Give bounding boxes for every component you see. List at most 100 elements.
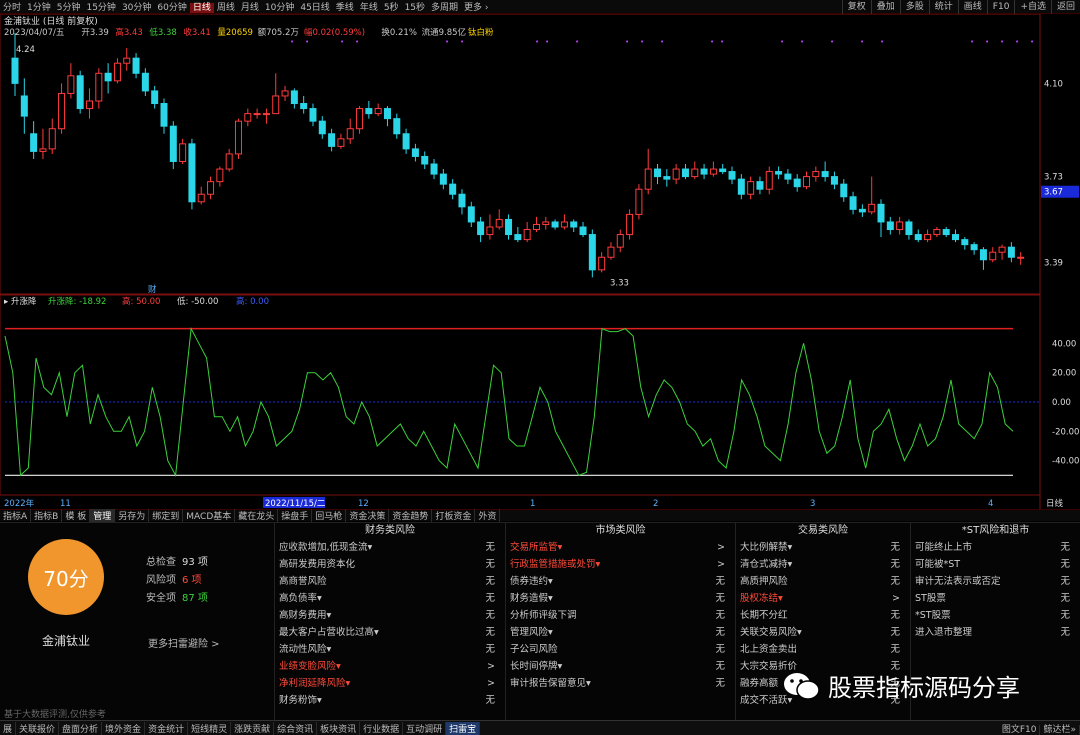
period-tab[interactable]: 30分钟 — [119, 3, 154, 13]
status-tab[interactable]: 盘面分析 — [59, 721, 103, 735]
risk-item[interactable]: 高财务费用▾ 无 — [275, 607, 505, 624]
risk-item[interactable]: 高研发费用资本化 无 — [275, 556, 505, 573]
period-tab[interactable]: 15分钟 — [83, 3, 118, 13]
risk-item[interactable]: 高负债率▾ 无 — [275, 590, 505, 607]
risk-item[interactable]: 高商誉风险 无 — [275, 573, 505, 590]
indicator-tab[interactable]: 另存为 — [115, 509, 150, 522]
risk-item[interactable]: 清仓式减持▾ 无 — [736, 556, 910, 573]
indicator-tab[interactable]: 操盘手 — [278, 509, 313, 522]
risk-item[interactable]: 可能终止上市 无 — [911, 539, 1080, 556]
period-tab[interactable]: 更多 › — [461, 3, 491, 13]
toolbar-button[interactable]: 多股 — [899, 0, 929, 14]
period-tab[interactable]: 10分钟 — [262, 3, 297, 13]
candle-body — [449, 183, 457, 195]
period-tab[interactable]: 日线 — [189, 3, 214, 13]
toolbar-button[interactable]: F10 — [986, 0, 1015, 14]
risk-item[interactable]: 应收款增加,低现金流▾ 无 — [275, 539, 505, 556]
risk-item[interactable]: 净利润延降风险▾ > — [275, 675, 505, 692]
risk-item[interactable]: 长时间停牌▾ 无 — [506, 658, 735, 675]
status-tab[interactable]: 资金统计 — [145, 721, 189, 735]
period-tab[interactable]: 15秒 — [402, 3, 428, 13]
period-tab[interactable]: 5分钟 — [54, 3, 84, 13]
risk-item[interactable]: 交易所监管▾ > — [506, 539, 735, 556]
indicator-tab[interactable]: 外资 — [475, 509, 501, 522]
price-tick: 3.39 — [1044, 258, 1063, 268]
indicator-tab[interactable]: 指标A — [0, 509, 32, 522]
risk-item[interactable]: 债券违约▾ 无 — [506, 573, 735, 590]
risk-item[interactable]: ST股票 无 — [911, 590, 1080, 607]
risk-item[interactable]: *ST股票 无 — [911, 607, 1080, 624]
indicator-tab[interactable]: MACD基本 — [183, 509, 236, 522]
toolbar-button[interactable]: 复权 — [841, 0, 871, 14]
period-tabs: 分时 1分钟 5分钟 15分钟 30分钟 60分钟 日线 周线 月线 10分钟 45日线 季线 年线 5秒… — [0, 0, 492, 13]
risk-item[interactable]: 行政监管措施或处罚▾ > — [506, 556, 735, 573]
period-tab[interactable]: 月线 — [238, 3, 262, 13]
risk-item-status: 无 — [485, 610, 495, 621]
status-tab[interactable]: 境外资金 — [102, 721, 146, 735]
risk-item[interactable]: 北上资金卖出 无 — [736, 641, 910, 658]
risk-item[interactable]: 审计无法表示或否定 无 — [911, 573, 1080, 590]
total-value: 93 项 — [182, 557, 208, 568]
risk-item[interactable]: 子公司风险 无 — [506, 641, 735, 658]
risk-item[interactable]: 股权冻结▾ > — [736, 590, 910, 607]
risk-item[interactable]: 分析师评级下调 无 — [506, 607, 735, 624]
period-tab[interactable]: 60分钟 — [154, 3, 189, 13]
period-tab[interactable]: 多周期 — [428, 3, 461, 13]
candle-body — [141, 72, 149, 92]
f10-button[interactable]: 图文F10 — [998, 724, 1041, 735]
period-tab[interactable]: 分时 — [0, 3, 24, 13]
indicator-tab[interactable]: 绑定到 — [149, 509, 184, 522]
risk-item[interactable]: 关联交易风险▾ 无 — [736, 624, 910, 641]
risk-item[interactable]: 财务造假▾ 无 — [506, 590, 735, 607]
risk-item[interactable]: 业绩变脸风险▾ > — [275, 658, 505, 675]
risk-item[interactable]: 流动性风险▾ 无 — [275, 641, 505, 658]
status-tab[interactable]: 涨跌贡献 — [231, 721, 275, 735]
more-scan-link[interactable]: 更多扫雷避险 > — [148, 635, 220, 650]
indicator-tab[interactable]: 指标B — [31, 509, 63, 522]
toolbar-button[interactable]: 返回 — [1050, 0, 1080, 14]
candle-body — [411, 148, 419, 157]
info-field: 量20659 — [217, 28, 253, 38]
indicator-tab[interactable]: 模 板 — [62, 509, 91, 522]
finance-marker[interactable]: 财 — [148, 284, 157, 295]
status-tab[interactable]: 综合资讯 — [274, 721, 318, 735]
status-tab[interactable]: 关联报价 — [16, 721, 60, 735]
toolbar-button[interactable]: +自选 — [1014, 0, 1051, 14]
risk-item[interactable]: 进入退市整理 无 — [911, 624, 1080, 641]
status-tab[interactable]: 互动调研 — [403, 721, 447, 735]
sidebar-toggle[interactable]: 鲸达栏» — [1040, 724, 1080, 735]
event-mark: • — [535, 38, 539, 46]
indicator-tab[interactable]: 资金趋势 — [389, 509, 433, 522]
stock-chart[interactable]: 金浦钛业 (日线 前复权)2023/04/07/五 开3.39 高3.43 低3.38… — [0, 14, 1080, 509]
risk-item-label: 可能被*ST — [915, 559, 961, 570]
period-tab[interactable]: 45日线 — [297, 3, 332, 13]
indicator-tab[interactable]: 藏在龙头 — [235, 509, 279, 522]
risk-item[interactable]: 高质押风险 无 — [736, 573, 910, 590]
toolbar-button[interactable]: 叠加 — [870, 0, 900, 14]
indicator-tab[interactable]: 打板资金 — [432, 509, 476, 522]
risk-item[interactable]: 大比例解禁▾ 无 — [736, 539, 910, 556]
risk-item[interactable]: 管理风险▾ 无 — [506, 624, 735, 641]
toolbar-button[interactable]: 画线 — [957, 0, 987, 14]
period-tab[interactable]: 季线 — [333, 3, 357, 13]
indicator-tab[interactable]: 回马枪 — [312, 509, 347, 522]
period-tab[interactable]: 5秒 — [381, 3, 402, 13]
status-tab[interactable]: 行业数据 — [360, 721, 404, 735]
status-tab[interactable]: 短线精灵 — [188, 721, 232, 735]
risk-item-status: 无 — [485, 559, 495, 570]
risk-item[interactable]: 最大客户占营收比过高▾ 无 — [275, 624, 505, 641]
period-tab[interactable]: 周线 — [214, 3, 238, 13]
period-tab[interactable]: 1分钟 — [24, 3, 54, 13]
risk-item[interactable]: 可能被*ST 无 — [911, 556, 1080, 573]
candle-body — [551, 221, 559, 228]
indicator-tab[interactable]: 管理 — [90, 509, 116, 522]
risk-item[interactable]: 财务粉饰▾ 无 — [275, 692, 505, 709]
status-tab[interactable]: 扫雷宝 — [446, 721, 481, 735]
status-tab[interactable]: 展 — [0, 721, 17, 735]
period-tab[interactable]: 年线 — [357, 3, 381, 13]
indicator-tab[interactable]: 资金决策 — [346, 509, 390, 522]
risk-item[interactable]: 审计报告保留意见▾ 无 — [506, 675, 735, 692]
status-tab[interactable]: 板块资讯 — [317, 721, 361, 735]
risk-item[interactable]: 长期不分红 无 — [736, 607, 910, 624]
toolbar-button[interactable]: 统计 — [928, 0, 958, 14]
